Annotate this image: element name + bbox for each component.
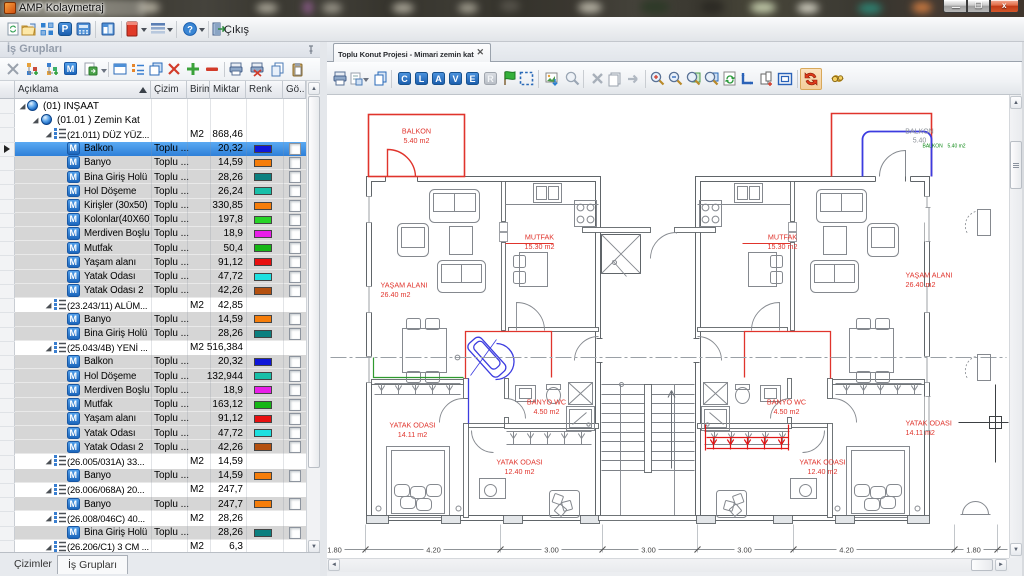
svg-text:5.40 m2: 5.40 m2 (948, 144, 966, 150)
svg-text:4.20: 4.20 (839, 546, 854, 555)
svg-text:1.80: 1.80 (966, 546, 981, 555)
svg-text:3.00: 3.00 (544, 546, 559, 555)
svg-text:12.40 m2: 12.40 m2 (808, 467, 838, 476)
svg-text:15.30 m2: 15.30 m2 (525, 242, 555, 251)
svg-text:26.40 m2: 26.40 m2 (381, 290, 411, 299)
svg-text:1.80: 1.80 (327, 546, 342, 555)
svg-text:YATAK ODASI: YATAK ODASI (389, 421, 435, 430)
svg-text:15.30 m2: 15.30 m2 (768, 242, 798, 251)
svg-text:3.00: 3.00 (641, 546, 656, 555)
svg-text:BALKON: BALKON (402, 127, 431, 136)
svg-text:3.00: 3.00 (737, 546, 752, 555)
svg-text:4.50 m2: 4.50 m2 (534, 407, 560, 416)
svg-text:4.50 m2: 4.50 m2 (774, 407, 800, 416)
svg-text:4.20: 4.20 (426, 546, 441, 555)
svg-text:BANYO WC: BANYO WC (527, 398, 566, 407)
svg-text:YATAK ODASI: YATAK ODASI (906, 419, 952, 428)
svg-text:?: ? (187, 25, 193, 36)
svg-text:YAŞAM ALANI: YAŞAM ALANI (381, 281, 428, 290)
svg-text:YATAK ODASI: YATAK ODASI (496, 458, 542, 467)
svg-text:14.11 m2: 14.11 m2 (906, 428, 935, 437)
svg-text:BANYO WC: BANYO WC (767, 398, 806, 407)
svg-text:BALKON: BALKON (923, 144, 944, 150)
svg-text:YATAK ODASI: YATAK ODASI (799, 458, 845, 467)
svg-text:MUTFAK: MUTFAK (525, 233, 554, 242)
svg-text:26.40 m2: 26.40 m2 (906, 280, 936, 289)
svg-text:BALKON: BALKON (905, 129, 933, 136)
svg-text:5.40 m2: 5.40 m2 (404, 136, 430, 145)
svg-text:MUTFAK: MUTFAK (768, 233, 797, 242)
svg-text:14.11 m2: 14.11 m2 (398, 430, 427, 439)
svg-text:YAŞAM ALANI: YAŞAM ALANI (906, 271, 953, 280)
svg-text:12.40 m2: 12.40 m2 (505, 467, 535, 476)
